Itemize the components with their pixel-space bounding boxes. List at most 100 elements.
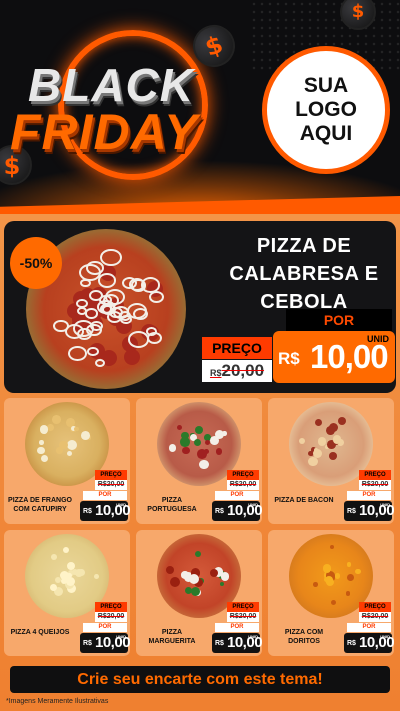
price-box: UNID R$ 10,00 [80,501,130,521]
topping-piece [64,573,71,580]
topping-piece [330,599,337,606]
logo-placeholder[interactable]: SUA LOGO AQUI [262,46,390,174]
topping-piece [194,426,204,435]
topping-piece [182,447,190,455]
currency-label: R$ [347,640,356,647]
flyer-page: $ $ $ BLACK FRIDAY SUA LOGO AQUI -50% PI… [0,0,400,711]
price-box: UNID R$ 10,00 [344,633,394,653]
topping-piece [194,550,201,557]
onion-ring [148,290,164,303]
onion-ring [97,273,117,289]
hero-price-box: UNID R$ 10,00 [273,331,395,383]
product-card[interactable]: PIZZA MARGUERITA PREÇO R$20,00 POR UNID R$ 10,… [136,530,262,656]
topping-piece [193,438,201,446]
topping-piece [41,427,48,434]
cta-banner[interactable]: Crie seu encarte com este tema! [10,666,390,693]
price-box: UNID R$ 10,00 [212,501,262,521]
topping-piece [66,439,77,450]
topping-piece [210,436,220,446]
topping-piece [329,544,335,550]
price-value: 10,00 [95,502,130,519]
currency-label: R$ [83,508,92,515]
hero-old-value: 20,00 [221,361,265,380]
preco-label: PREÇO [359,470,391,480]
topping-piece [165,565,175,575]
topping-piece [50,553,57,560]
old-price: R$20,00 [95,612,127,622]
topping-piece [39,440,44,445]
hero-old-currency: R$ [209,368,222,378]
title-friday: FRIDAY [10,104,199,160]
onion-ring [85,308,99,319]
topping-piece [345,591,351,597]
product-card[interactable]: PIZZA DE BACON PREÇO R$20,00 POR UNID R$ 10,00 [268,398,394,524]
topping-piece [169,444,177,452]
product-card[interactable]: PIZZA PORTUGUESA PREÇO R$20,00 POR UNID R$ 10,… [136,398,262,524]
product-name: PIZZA DE FRANGO COM CATUPIRY [8,497,72,513]
por-label: POR [83,491,127,500]
header-banner: $ $ $ BLACK FRIDAY SUA LOGO AQUI [0,0,400,214]
product-name: PIZZA 4 QUEIJOS [10,629,70,636]
currency-label: R$ [347,508,356,515]
topping-piece [337,417,346,426]
price-value: 10,00 [227,502,262,519]
preco-label: PREÇO [95,470,127,480]
hero-price-value: 10,00 [310,338,389,375]
onion-ring [145,327,157,337]
topping-piece [355,569,361,575]
onion-ring [130,279,147,292]
discount-badge: -50% [10,237,62,289]
topping-piece [347,562,352,567]
topping-piece [94,574,100,579]
hero-preco-label: PREÇO [202,337,272,359]
product-card[interactable]: PIZZA DE FRANGO COM CATUPIRY PREÇO R$20,00… [4,398,130,524]
topping-piece [169,576,180,587]
preco-label: PREÇO [227,470,259,480]
price-value: 10,00 [359,502,394,519]
product-card[interactable]: PIZZA COM DORITOS PREÇO R$20,00 POR UNID R$ 10… [268,530,394,656]
product-name: PIZZA PORTUGUESA [147,497,197,513]
preco-label: PREÇO [95,602,127,612]
currency-label: R$ [215,640,224,647]
onion-ring [132,307,148,320]
onion-ring [73,320,94,338]
onion-ring [95,359,106,368]
topping-piece [219,581,224,587]
price-box: UNID R$ 10,00 [80,633,130,653]
price-box: UNID R$ 10,00 [212,633,262,653]
topping-piece [346,574,354,582]
por-label: POR [215,623,259,632]
topping-piece [181,571,189,579]
product-name: PIZZA DE BACON [274,497,334,504]
topping-piece [176,425,182,431]
product-card[interactable]: PIZZA 4 QUEIJOS PREÇO R$20,00 POR UNID R$ 10,0… [4,530,130,656]
currency-label: R$ [215,508,224,515]
topping-piece [56,447,64,454]
topping-piece [222,431,227,436]
old-price: R$20,00 [227,612,259,622]
topping-piece [332,435,342,444]
topping-piece [325,426,335,436]
topping-piece [307,456,318,467]
onion-ring [76,298,88,309]
hero-currency: R$ [278,349,300,368]
topping-piece [334,573,341,579]
topping-piece [197,449,207,459]
price-value: 10,00 [359,634,394,651]
topping-piece [40,454,48,462]
topping-piece [74,426,79,431]
topping-piece [37,446,45,455]
topping-piece [312,448,322,458]
topping-piece [215,448,223,455]
old-price: R$20,00 [359,480,391,490]
hero-por-label: POR [286,309,392,331]
old-price: R$20,00 [95,480,127,490]
old-price: R$20,00 [227,480,259,490]
price-value: 10,00 [95,634,130,651]
preco-label: PREÇO [359,602,391,612]
product-name: PIZZA MARGUERITA [148,629,196,645]
hero-offer[interactable]: PIZZA DE CALABRESA E CEBOLA POR PREÇO R$… [4,221,396,393]
onion-ring [68,345,88,361]
hero-product-name: PIZZA DE CALABRESA E CEBOLA [229,235,379,313]
price-box: UNID R$ 10,00 [344,501,394,521]
